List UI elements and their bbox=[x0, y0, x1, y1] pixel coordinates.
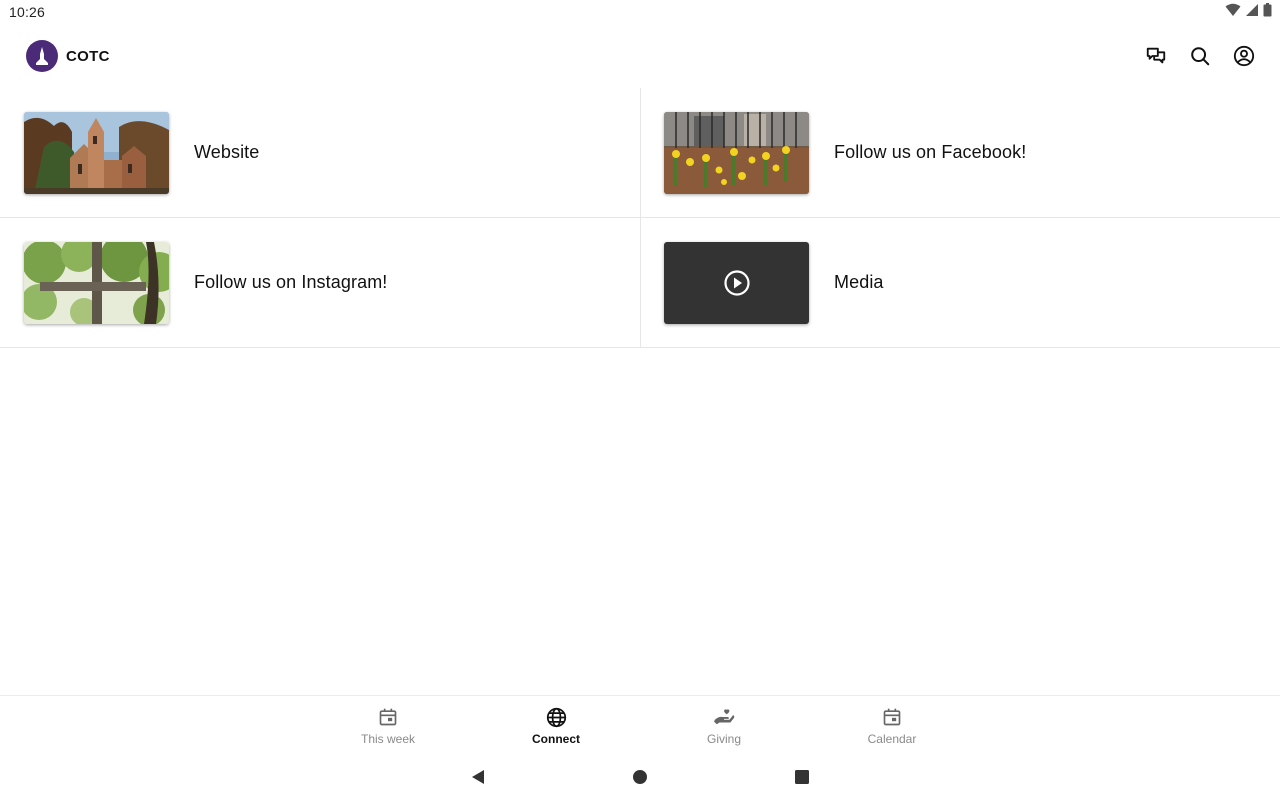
globe-icon bbox=[545, 706, 567, 728]
card-facebook[interactable]: Follow us on Facebook! bbox=[640, 88, 1280, 218]
chat-button[interactable] bbox=[1144, 44, 1168, 68]
app-bar: COTC bbox=[0, 24, 1280, 88]
church-logo-icon bbox=[26, 40, 58, 72]
account-icon bbox=[1233, 45, 1255, 67]
account-button[interactable] bbox=[1232, 44, 1256, 68]
status-icons bbox=[1225, 2, 1272, 22]
giving-hand-icon bbox=[713, 706, 735, 728]
search-button[interactable] bbox=[1188, 44, 1212, 68]
system-nav-bar bbox=[0, 753, 1280, 800]
media-thumbnail bbox=[664, 241, 809, 324]
calendar-icon bbox=[881, 706, 903, 728]
search-icon bbox=[1191, 47, 1210, 66]
card-website[interactable]: Website bbox=[0, 88, 640, 218]
nav-item-connect[interactable]: Connect bbox=[472, 696, 640, 753]
card-label: Media bbox=[834, 272, 884, 292]
signal-icon bbox=[1245, 3, 1259, 22]
brand: COTC bbox=[26, 40, 110, 72]
nav-label: Giving bbox=[706, 732, 741, 746]
back-button[interactable] bbox=[397, 757, 559, 797]
screen: 10:26 COTC Website Follow us on Facebook… bbox=[0, 0, 1280, 800]
bottom-nav: This week Connect Giving Calendar bbox=[0, 695, 1280, 753]
back-icon bbox=[472, 769, 484, 784]
church-photo bbox=[24, 111, 169, 194]
home-button[interactable] bbox=[559, 757, 721, 797]
connect-grid: Website Follow us on Facebook! Follow us… bbox=[0, 88, 1280, 348]
nav-label: Connect bbox=[532, 732, 580, 746]
nav-item-this-week[interactable]: This week bbox=[304, 696, 472, 753]
card-label: Follow us on Facebook! bbox=[834, 142, 1027, 162]
nav-item-giving[interactable]: Giving bbox=[640, 696, 808, 753]
cross-photo bbox=[24, 241, 169, 324]
home-icon bbox=[633, 769, 647, 784]
brand-name: COTC bbox=[66, 47, 110, 65]
nav-label: Calendar bbox=[867, 732, 917, 746]
daffodils-photo bbox=[664, 111, 809, 194]
card-instagram[interactable]: Follow us on Instagram! bbox=[0, 218, 640, 348]
nav-item-calendar[interactable]: Calendar bbox=[808, 696, 976, 753]
play-icon bbox=[723, 269, 750, 296]
battery-icon bbox=[1263, 2, 1272, 22]
status-bar: 10:26 bbox=[0, 0, 1280, 24]
wifi-icon bbox=[1225, 3, 1241, 22]
card-label: Follow us on Instagram! bbox=[194, 272, 388, 292]
chat-icon bbox=[1146, 47, 1166, 64]
app-bar-actions bbox=[1144, 44, 1256, 68]
card-label: Website bbox=[194, 142, 260, 162]
recents-icon bbox=[795, 769, 809, 784]
recents-button[interactable] bbox=[721, 757, 883, 797]
card-media[interactable]: Media bbox=[640, 218, 1280, 348]
nav-label: This week bbox=[360, 732, 416, 746]
calendar-icon bbox=[377, 706, 399, 728]
status-time: 10:26 bbox=[9, 4, 46, 20]
